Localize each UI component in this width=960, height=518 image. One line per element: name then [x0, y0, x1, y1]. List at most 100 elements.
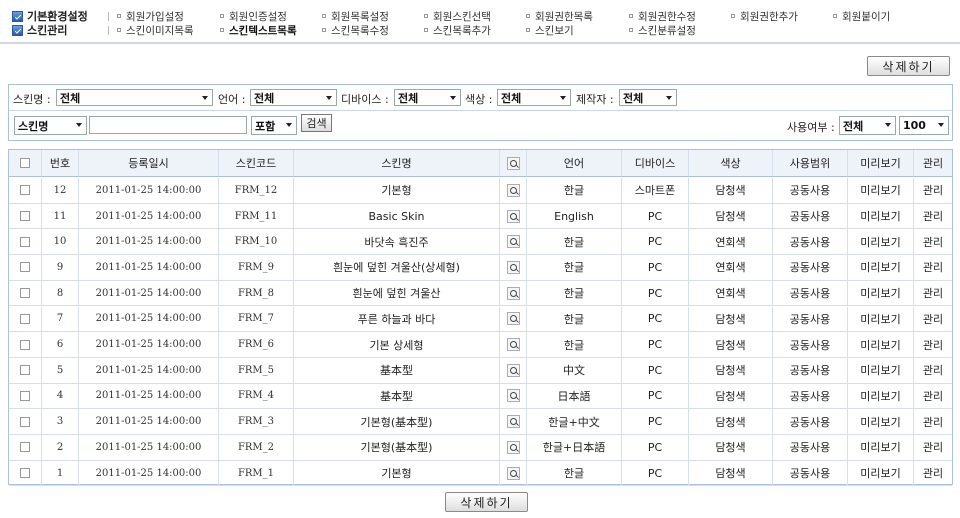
cell-preview[interactable]: 미리보기 [848, 203, 914, 229]
maker-select[interactable]: 전체 [619, 89, 677, 106]
nav-member-join-settings[interactable]: 회원가입설정 [117, 9, 184, 23]
header-device[interactable]: 디바이스 [622, 150, 689, 176]
cell-skin-name[interactable]: 기본형(基本型) [294, 435, 500, 460]
delete-button-bottom[interactable]: 삭제하기 [445, 492, 528, 512]
cell-preview[interactable]: 미리보기 [848, 255, 914, 280]
header-code[interactable]: 스킨코드 [219, 150, 294, 176]
search-field-select[interactable]: 스킨명 [14, 116, 87, 135]
category-skin-management[interactable]: 스킨관리 [12, 23, 67, 37]
row-checkbox[interactable] [20, 211, 30, 222]
nav-skin-list-edit[interactable]: 스킨목록수정 [322, 23, 389, 37]
header-preview[interactable]: 미리보기 [848, 150, 914, 176]
delete-button-top[interactable]: 삭제하기 [867, 56, 950, 76]
cell-skin-name[interactable]: 푸른 하늘과 바다 [294, 306, 500, 332]
magnifier-icon[interactable] [506, 183, 520, 197]
header-scope[interactable]: 사용범위 [773, 150, 848, 176]
row-checkbox[interactable] [20, 288, 30, 299]
row-checkbox[interactable] [20, 185, 30, 196]
row-checkbox[interactable] [20, 313, 30, 324]
cell-preview[interactable]: 미리보기 [848, 357, 914, 383]
cell-manage[interactable]: 관리 [914, 229, 952, 254]
usage-select[interactable]: 전체 [839, 116, 896, 135]
select-all-checkbox[interactable] [20, 158, 30, 168]
row-checkbox[interactable] [20, 365, 30, 376]
cell-manage[interactable]: 관리 [914, 332, 952, 357]
cell-manage[interactable]: 관리 [914, 204, 952, 229]
match-type-select[interactable]: 포함 [251, 116, 297, 135]
cell-skin-name[interactable]: 基本型 [294, 357, 500, 383]
row-checkbox[interactable] [20, 442, 30, 453]
cell-manage[interactable]: 관리 [914, 461, 952, 486]
header-no[interactable]: 번호 [42, 150, 79, 176]
cell-manage[interactable]: 관리 [914, 255, 952, 280]
cell-preview[interactable]: 미리보기 [848, 229, 914, 255]
magnifier-icon[interactable] [506, 338, 520, 352]
nav-member-permission-list[interactable]: 회원권한목록 [526, 9, 593, 23]
row-checkbox[interactable] [20, 416, 30, 427]
cell-preview[interactable]: 미리보기 [848, 280, 914, 306]
cell-preview[interactable]: 미리보기 [848, 435, 914, 460]
magnifier-icon[interactable] [506, 440, 520, 454]
category-basic-settings[interactable]: 기본환경설정 [12, 9, 88, 23]
magnifier-icon[interactable] [506, 286, 520, 300]
header-color[interactable]: 색상 [689, 150, 773, 176]
magnifier-icon[interactable] [506, 156, 520, 170]
device-select[interactable]: 전체 [394, 89, 461, 106]
nav-skin-list-add[interactable]: 스킨목록추가 [424, 23, 491, 37]
magnifier-icon[interactable] [506, 415, 520, 429]
cell-manage[interactable]: 관리 [914, 435, 952, 460]
cell-preview[interactable]: 미리보기 [848, 178, 914, 203]
header-language[interactable]: 언어 [527, 150, 622, 176]
cell-skin-name[interactable]: 흰눈에 덮힌 겨울산 [294, 280, 500, 306]
nav-member-auth-settings[interactable]: 회원인증설정 [220, 9, 287, 23]
language-select[interactable]: 전체 [250, 89, 337, 106]
cell-skin-name[interactable]: 기본 상세형 [294, 332, 500, 357]
cell-preview[interactable]: 미리보기 [848, 383, 914, 409]
nav-member-permission-edit[interactable]: 회원권한수정 [629, 9, 696, 23]
nav-skin-image-list[interactable]: 스킨이미지목록 [117, 23, 194, 37]
cell-manage[interactable]: 관리 [914, 409, 952, 434]
magnifier-icon[interactable] [506, 466, 520, 480]
cell-manage[interactable]: 관리 [914, 178, 952, 203]
cell-preview[interactable]: 미리보기 [848, 409, 914, 434]
header-manage[interactable]: 관리 [914, 150, 952, 176]
header-date[interactable]: 등록일시 [79, 150, 219, 176]
nav-member-skin-select[interactable]: 회원스킨선택 [424, 9, 491, 23]
cell-skin-name[interactable]: 기본형 [294, 460, 500, 486]
nav-member-attach[interactable]: 회원붙이기 [833, 9, 890, 23]
cell-skin-name[interactable]: Basic Skin [294, 203, 500, 229]
row-checkbox[interactable] [20, 262, 30, 273]
cell-skin-name[interactable]: 기본형 [294, 178, 500, 203]
magnifier-icon[interactable] [506, 312, 520, 326]
nav-skin-category-settings[interactable]: 스킨분류설정 [629, 23, 696, 37]
skin-name-select[interactable]: 전체 [56, 89, 213, 106]
nav-skin-view[interactable]: 스킨보기 [526, 23, 574, 37]
cell-preview[interactable]: 미리보기 [848, 460, 914, 486]
magnifier-icon[interactable] [506, 209, 520, 223]
cell-manage[interactable]: 관리 [914, 358, 952, 383]
magnifier-icon[interactable] [506, 260, 520, 274]
cell-skin-name[interactable]: 기본형(基本型) [294, 409, 500, 434]
nav-skin-text-list[interactable]: 스킨텍스트목록 [220, 23, 297, 37]
magnifier-icon[interactable] [506, 389, 520, 403]
cell-skin-name[interactable]: 基本型 [294, 383, 500, 409]
cell-skin-name[interactable]: 바닷속 흑진주 [294, 229, 500, 255]
cell-manage[interactable]: 관리 [914, 281, 952, 306]
cell-manage[interactable]: 관리 [914, 384, 952, 409]
page-size-select[interactable]: 100 [899, 116, 949, 135]
row-checkbox[interactable] [20, 390, 30, 401]
row-checkbox[interactable] [20, 236, 30, 247]
cell-preview[interactable]: 미리보기 [848, 332, 914, 357]
cell-manage[interactable]: 관리 [914, 307, 952, 332]
search-button[interactable]: 검색 [301, 114, 332, 132]
cell-preview[interactable]: 미리보기 [848, 306, 914, 332]
header-name[interactable]: 스킨명 [294, 150, 500, 176]
nav-member-permission-add[interactable]: 회원권한추가 [731, 9, 798, 23]
magnifier-icon[interactable] [506, 363, 520, 377]
nav-member-list-settings[interactable]: 회원목록설정 [322, 9, 389, 23]
color-select[interactable]: 전체 [497, 89, 571, 106]
search-input[interactable] [89, 116, 247, 134]
row-checkbox[interactable] [20, 339, 30, 350]
magnifier-icon[interactable] [506, 235, 520, 249]
cell-skin-name[interactable]: 흰눈에 덮힌 겨울산(상세형) [294, 255, 500, 280]
